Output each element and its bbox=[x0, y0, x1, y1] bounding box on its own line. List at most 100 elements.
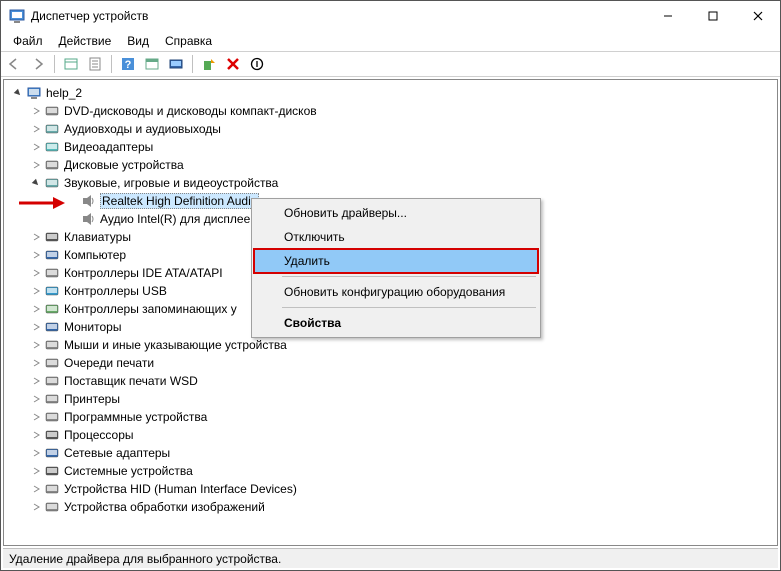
toolbar-separator bbox=[111, 55, 112, 73]
expander-icon[interactable] bbox=[30, 447, 42, 459]
tree-category-node[interactable]: Мыши и иные указывающие устройства bbox=[8, 336, 777, 354]
computer-icon bbox=[26, 85, 42, 101]
expander-icon[interactable] bbox=[30, 123, 42, 135]
category-icon bbox=[44, 427, 60, 443]
expander-icon[interactable] bbox=[30, 303, 42, 315]
close-button[interactable] bbox=[735, 1, 780, 31]
expander-icon[interactable] bbox=[30, 357, 42, 369]
app-icon bbox=[9, 8, 25, 24]
maximize-button[interactable] bbox=[690, 1, 735, 31]
category-icon bbox=[44, 337, 60, 353]
tree-category-node[interactable]: Звуковые, игровые и видеоустройства bbox=[8, 174, 777, 192]
tree-category-node[interactable]: Видеоадаптеры bbox=[8, 138, 777, 156]
tree-category-label: Очереди печати bbox=[64, 356, 154, 370]
toolbar-properties-button[interactable] bbox=[84, 53, 106, 75]
tree-category-node[interactable]: Системные устройства bbox=[8, 462, 777, 480]
expander-icon[interactable] bbox=[30, 267, 42, 279]
tree-category-label: Контроллеры IDE ATA/ATAPI bbox=[64, 266, 223, 280]
tree-category-label: Мониторы bbox=[64, 320, 121, 334]
tree-category-label: Программные устройства bbox=[64, 410, 207, 424]
context-menu-update-drivers[interactable]: Обновить драйверы... bbox=[254, 201, 538, 225]
context-menu-scan-hardware[interactable]: Обновить конфигурацию оборудования bbox=[254, 280, 538, 304]
tree-category-node[interactable]: Программные устройства bbox=[8, 408, 777, 426]
tree-category-label: Компьютер bbox=[64, 248, 126, 262]
toolbar: ? bbox=[1, 51, 780, 77]
toolbar-scan-button[interactable] bbox=[165, 53, 187, 75]
expander-icon[interactable] bbox=[30, 321, 42, 333]
expander-icon[interactable] bbox=[30, 375, 42, 387]
tree-category-node[interactable]: Очереди печати bbox=[8, 354, 777, 372]
tree-category-label: Процессоры bbox=[64, 428, 134, 442]
tree-category-node[interactable]: Процессоры bbox=[8, 426, 777, 444]
expander-icon[interactable] bbox=[30, 285, 42, 297]
toolbar-separator bbox=[54, 55, 55, 73]
toolbar-disable-button[interactable] bbox=[246, 53, 268, 75]
tree-device-label: Аудио Intel(R) для дисплеев bbox=[100, 212, 257, 226]
category-icon bbox=[44, 103, 60, 119]
tree-root-node[interactable]: help_2 bbox=[8, 84, 777, 102]
expander-icon[interactable] bbox=[30, 177, 42, 189]
tree-category-label: Поставщик печати WSD bbox=[64, 374, 198, 388]
expander-icon[interactable] bbox=[30, 231, 42, 243]
expander-icon[interactable] bbox=[30, 429, 42, 441]
category-icon bbox=[44, 265, 60, 281]
tree-category-node[interactable]: Устройства HID (Human Interface Devices) bbox=[8, 480, 777, 498]
category-icon bbox=[44, 247, 60, 263]
menu-file[interactable]: Файл bbox=[5, 32, 51, 50]
category-icon bbox=[44, 355, 60, 371]
expander-icon[interactable] bbox=[30, 159, 42, 171]
tree-category-label: Устройства HID (Human Interface Devices) bbox=[64, 482, 297, 496]
tree-category-node[interactable]: Поставщик печати WSD bbox=[8, 372, 777, 390]
statusbar: Удаление драйвера для выбранного устройс… bbox=[3, 548, 778, 568]
expander-icon[interactable] bbox=[12, 87, 24, 99]
context-menu-properties-label: Свойства bbox=[284, 316, 341, 330]
expander-icon[interactable] bbox=[30, 105, 42, 117]
window-controls bbox=[645, 1, 780, 31]
tree-category-label: DVD-дисководы и дисководы компакт-дисков bbox=[64, 104, 317, 118]
expander-icon[interactable] bbox=[30, 249, 42, 261]
tree-category-node[interactable]: DVD-дисководы и дисководы компакт-дисков bbox=[8, 102, 777, 120]
menu-help[interactable]: Справка bbox=[157, 32, 220, 50]
tree-category-label: Видеоадаптеры bbox=[64, 140, 153, 154]
tree-category-label: Устройства обработки изображений bbox=[64, 500, 265, 514]
toolbar-details-button[interactable] bbox=[141, 53, 163, 75]
category-icon bbox=[44, 229, 60, 245]
toolbar-uninstall-button[interactable] bbox=[222, 53, 244, 75]
expander-icon[interactable] bbox=[30, 141, 42, 153]
minimize-button[interactable] bbox=[645, 1, 690, 31]
tree-category-label: Принтеры bbox=[64, 392, 120, 406]
statusbar-text: Удаление драйвера для выбранного устройс… bbox=[9, 552, 281, 566]
toolbar-separator bbox=[192, 55, 193, 73]
toolbar-show-hidden-button[interactable] bbox=[60, 53, 82, 75]
expander-icon[interactable] bbox=[30, 465, 42, 477]
context-menu-properties[interactable]: Свойства bbox=[254, 311, 538, 335]
context-menu-separator bbox=[282, 307, 536, 308]
tree-category-node[interactable]: Принтеры bbox=[8, 390, 777, 408]
menu-action[interactable]: Действие bbox=[51, 32, 120, 50]
tree-category-node[interactable]: Аудиовходы и аудиовыходы bbox=[8, 120, 777, 138]
expander-icon[interactable] bbox=[30, 411, 42, 423]
context-menu-separator bbox=[282, 276, 536, 277]
category-icon bbox=[44, 301, 60, 317]
expander-icon[interactable] bbox=[30, 393, 42, 405]
expander-icon[interactable] bbox=[30, 501, 42, 513]
tree-category-node[interactable]: Устройства обработки изображений bbox=[8, 498, 777, 516]
toolbar-back-button[interactable] bbox=[3, 53, 25, 75]
tree-category-label: Клавиатуры bbox=[64, 230, 131, 244]
toolbar-help-button[interactable]: ? bbox=[117, 53, 139, 75]
context-menu-disable[interactable]: Отключить bbox=[254, 225, 538, 249]
tree-category-node[interactable]: Сетевые адаптеры bbox=[8, 444, 777, 462]
tree-category-label: Аудиовходы и аудиовыходы bbox=[64, 122, 221, 136]
menu-view[interactable]: Вид bbox=[119, 32, 157, 50]
toolbar-forward-button[interactable] bbox=[27, 53, 49, 75]
tree-category-label: Контроллеры запоминающих у bbox=[64, 302, 237, 316]
expander-icon[interactable] bbox=[30, 339, 42, 351]
menubar: Файл Действие Вид Справка bbox=[1, 31, 780, 51]
tree-category-node[interactable]: Дисковые устройства bbox=[8, 156, 777, 174]
context-menu-delete[interactable]: Удалить bbox=[254, 249, 538, 273]
toolbar-update-driver-button[interactable] bbox=[198, 53, 220, 75]
category-icon bbox=[44, 175, 60, 191]
expander-icon[interactable] bbox=[30, 483, 42, 495]
speaker-icon bbox=[80, 211, 96, 227]
tree-category-label: Мыши и иные указывающие устройства bbox=[64, 338, 287, 352]
